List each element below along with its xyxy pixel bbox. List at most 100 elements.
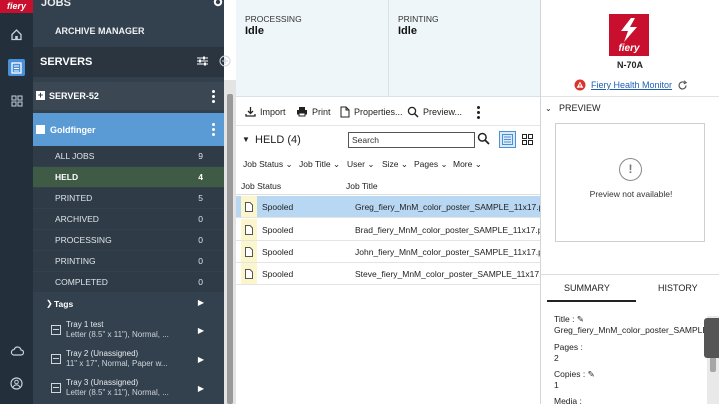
detail-tabs: SUMMARY HISTORY [541,274,719,302]
more-actions-icon[interactable] [476,106,480,119]
job-list-completed[interactable]: COMPLETED 0 [33,272,224,292]
exclamation-icon: ! [619,158,642,181]
table-row[interactable]: Spooled Greg_fiery_MnM_color_poster_SAMP… [236,196,540,218]
summary-title-value: Greg_fiery_MnM_color_poster_SAMPLE_1 [554,325,718,335]
gear-icon[interactable] [212,0,224,8]
job-list-count: 5 [198,193,203,203]
printing-value: Idle [398,25,417,37]
job-title-cell: John_fiery_MnM_color_poster_SAMPLE_11x17… [355,247,540,257]
search-icon[interactable] [477,132,490,145]
apps-grid-icon[interactable] [8,92,25,109]
search-input[interactable]: Search [348,132,475,148]
collapse-chevron-icon[interactable]: ⌄ [545,104,552,113]
filter-sliders-icon[interactable] [196,55,209,67]
chevron-right-icon: ❯ [46,299,53,308]
printer-more-icon[interactable] [211,123,215,136]
processing-status: PROCESSING Idle [236,0,387,97]
edit-pencil-icon[interactable]: ✎ [588,369,595,379]
preview-message: Preview not available! [589,189,673,199]
table-header: Job Status Job Title [236,178,540,195]
sidebar: JOBS ARCHIVE MANAGER SERVERS + SERVER-52… [33,0,231,404]
printer-item-selected[interactable]: Goldfinger [33,113,224,146]
user-account-icon[interactable] [8,375,25,392]
magnifier-icon [407,106,419,118]
filter-user[interactable]: User ⌄ [347,159,374,170]
preview-label: Preview... [423,107,463,117]
tray-item[interactable]: Tray 3 (Unassigned) Letter (8.5" x 11"),… [33,376,224,404]
job-center-icon[interactable] [8,59,25,76]
column-job-title[interactable]: Job Title [346,181,378,191]
expand-arrow-icon[interactable]: ▶ [198,298,204,307]
column-job-status[interactable]: Job Status [241,181,281,191]
table-row[interactable]: Spooled Steve_fiery_MnM_color_poster_SAM… [236,263,540,285]
filter-job-title[interactable]: Job Title ⌄ [299,159,340,170]
filter-bar: Job Status ⌄ Job Title ⌄ User ⌄ Size ⌄ P… [236,155,540,175]
copies-label: Copies : [554,369,586,379]
properties-button[interactable]: Properties... [340,106,403,118]
import-button[interactable]: Import [245,106,286,117]
cloud-icon[interactable] [8,342,25,359]
expand-arrow-icon[interactable]: ▶ [198,355,204,364]
job-list-held[interactable]: HELD 4 [33,167,224,187]
preview-section-header[interactable]: ⌄ PREVIEW [541,96,719,118]
filter-label: Job Status [243,159,284,169]
filter-job-status[interactable]: Job Status ⌄ [243,159,293,170]
job-list-processing[interactable]: PROCESSING 0 [33,230,224,250]
tray-name: Tray 1 test [66,320,104,329]
home-icon[interactable] [8,26,25,43]
job-list-label: PRINTED [55,193,93,203]
preview-section-title: PREVIEW [559,103,601,113]
archive-manager-link[interactable]: ARCHIVE MANAGER [33,18,224,44]
edit-pencil-icon[interactable]: ✎ [577,314,584,324]
filter-size[interactable]: Size ⌄ [382,159,408,170]
fiery-brand-logo: fiery [609,14,649,56]
print-button[interactable]: Print [296,106,331,117]
job-file-icon [241,196,257,217]
tray-item[interactable]: Tray 2 (Unassigned) 11" x 17", Normal, P… [33,347,224,375]
scrollbar-thumb[interactable] [227,94,233,404]
lightning-icon [621,18,637,42]
filter-pages[interactable]: Pages ⌄ [414,159,448,170]
server-model: N-70A [616,60,643,70]
list-view-toggle[interactable] [499,131,516,148]
job-list-printed[interactable]: PRINTED 5 [33,188,224,208]
sidebar-scrollbar[interactable] [224,80,236,404]
tab-summary[interactable]: SUMMARY [547,283,636,302]
summary-title-label: Title : ✎ [554,314,584,325]
tags-section[interactable]: ❯ Tags ▶ [33,295,224,313]
tray-media: Letter (8.5" x 11"), Normal, ... [66,330,169,339]
table-row[interactable]: Spooled Brad_fiery_MnM_color_poster_SAMP… [236,219,540,241]
summary-media-label: Media : [554,396,582,404]
filter-more[interactable]: More ⌄ [453,159,482,170]
tags-label: Tags [54,299,74,309]
expand-arrow-icon[interactable]: ▶ [198,326,204,335]
server-item[interactable]: + SERVER-52 [33,82,224,110]
filter-label: Job Title [299,159,331,169]
job-list-all-jobs[interactable]: ALL JOBS 9 [33,146,224,166]
tray-item[interactable]: Tray 1 test Letter (8.5" x 11"), Normal,… [33,318,224,346]
tray-media: 11" x 17", Normal, Paper w... [66,359,168,368]
server-more-icon[interactable] [211,90,215,103]
preview-button[interactable]: Preview... [407,106,462,118]
grid-view-toggle[interactable] [520,132,535,147]
job-status-cell: Spooled [262,269,294,279]
expand-arrow-icon[interactable]: ▶ [198,384,204,393]
job-list-count: 0 [198,277,203,287]
server-detail-panel: fiery N-70A Fiery Health Monitor ⌄ PREVI… [541,0,719,404]
add-server-icon[interactable] [219,55,231,67]
job-list-archived[interactable]: ARCHIVED 0 [33,209,224,229]
side-drawer-handle[interactable] [704,318,719,358]
servers-header: SERVERS [33,47,231,77]
summary-copies-value: 1 [554,380,559,390]
processing-value: Idle [245,25,264,37]
job-list-printing[interactable]: PRINTING 0 [33,251,224,271]
health-monitor-link[interactable]: Fiery Health Monitor [591,80,672,90]
expand-plus-icon[interactable]: + [36,91,45,100]
collapse-chevron-icon[interactable]: ▼ [242,135,250,144]
tab-history[interactable]: HISTORY [658,283,698,293]
job-file-icon [241,263,257,284]
refresh-icon[interactable] [677,79,688,91]
printer-name: Goldfinger [50,125,96,135]
import-icon [245,107,256,117]
table-row[interactable]: Spooled John_fiery_MnM_color_poster_SAMP… [236,241,540,263]
